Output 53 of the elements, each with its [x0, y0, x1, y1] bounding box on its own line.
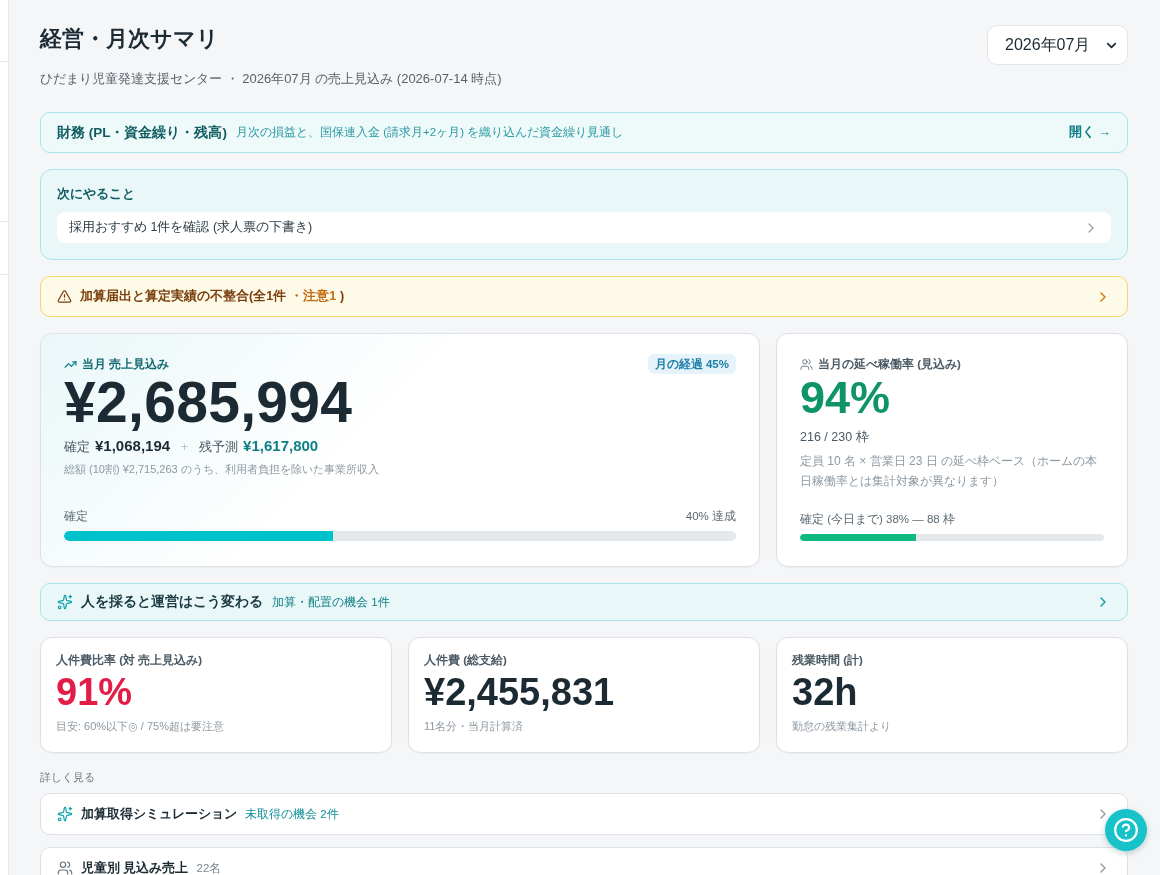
open-link[interactable]: 開く → — [1069, 124, 1111, 141]
kpi-note: 目安: 60%以下◎ / 75%超は要注意 — [56, 719, 225, 734]
link-title: 加算取得シミュレーション — [81, 805, 237, 823]
help-button[interactable] — [1105, 809, 1147, 851]
detail-link-row[interactable]: 加算取得シミュレーション 未取得の機会 2件 — [40, 793, 1128, 835]
people-icon — [800, 357, 813, 371]
occupancy-rate: 94% — [800, 372, 892, 424]
kpi-note: 11名分・当月計算済 — [424, 719, 525, 734]
section-heading: 詳しく見る — [40, 770, 96, 785]
link-title: 児童別 見込み売上 — [81, 859, 189, 875]
card-heading: 次にやること — [57, 186, 136, 203]
detail-link-row[interactable]: 児童別 見込み売上 22名 — [40, 847, 1128, 875]
warning-icon — [57, 289, 72, 304]
next-action-item[interactable]: 採用おすすめ 1件を確認 (求人票の下書き) — [57, 212, 1111, 243]
banner-detail: 加算・配置の機会 1件 — [272, 594, 390, 610]
card-label: 当月の延べ稼働率 (見込み) — [818, 356, 961, 372]
progress-label: 確定 — [64, 509, 88, 524]
kpi-value: 91% — [56, 670, 134, 714]
sparkle-icon — [57, 594, 73, 610]
card-label: 当月 売上見込み — [82, 357, 170, 372]
sales-amount: ¥2,685,994 — [64, 372, 354, 432]
kpi-note: 勤怠の残業集計より — [792, 719, 892, 734]
banner-title: 人を採ると運営はこう変わる — [81, 593, 263, 611]
link-detail: 未取得の機会 2件 — [245, 806, 339, 822]
link-detail: 22名 — [196, 860, 222, 875]
kpi-value: 32h — [792, 670, 859, 714]
finance-banner[interactable]: 財務 (PL・資金繰り・残高) 月次の損益と、国保連入金 (請求月+2ヶ月) を織り込んだ資金繰り見通し 開く → — [40, 112, 1128, 153]
help-icon — [1113, 817, 1139, 843]
month-progress-badge: 月の経過 45% — [647, 354, 736, 374]
month-select[interactable]: 2026年07月 — [987, 25, 1128, 65]
occupancy-note: 定員 10 名 × 営業日 23 日 の延べ枠ベース（ホームの本日稼働率とは集計対象が異なります） — [800, 453, 1099, 490]
confirmed-amount: ¥1,068,194 — [95, 436, 171, 456]
alert-banner[interactable]: 加算届出と算定実績の不整合(全1件 ・注意1 ) — [40, 276, 1128, 317]
slot-count: 216 / 230 枠 — [800, 429, 870, 446]
remaining-amount: ¥1,617,800 — [243, 436, 319, 456]
page-subtitle: ひだまり児童発達支援センター ・ 2026年07月 の売上見込み (2026-07-14 時点) — [40, 70, 502, 88]
remaining-label: 残予測 — [199, 439, 239, 456]
kpi-label: 人件費 (総支給) — [424, 653, 508, 668]
progress-label: 確定 (今日まで) 38% — 88 枠 — [800, 512, 955, 527]
progress-reading: 40% 達成 — [685, 509, 736, 524]
alert-text: 加算届出と算定実績の不整合(全1件 ・注意1 ) — [80, 288, 345, 305]
kpi-label: 人件費比率 (対 売上見込み) — [56, 652, 204, 668]
hiring-banner[interactable]: 人を採ると運営はこう変わる 加算・配置の機会 1件 — [40, 583, 1128, 621]
banner-description: 月次の損益と、国保連入金 (請求月+2ヶ月) を織り込んだ資金繰り見通し — [236, 125, 624, 140]
kpi-value: ¥2,455,831 — [424, 670, 616, 714]
kpi-label: 残業時間 (計) — [792, 652, 864, 668]
plus-sign: + — [181, 439, 189, 456]
page-title: 経営・月次サマリ — [40, 25, 220, 53]
banner-title: 財務 (PL・資金繰り・残高) — [57, 123, 227, 142]
people-icon — [57, 860, 73, 875]
sparkle-icon — [57, 806, 73, 822]
confirmed-label: 確定 — [64, 439, 90, 456]
sales-note: 総額 (10割) ¥2,715,263 のうち、利用者負担を除いた事業所収入 — [64, 462, 380, 477]
